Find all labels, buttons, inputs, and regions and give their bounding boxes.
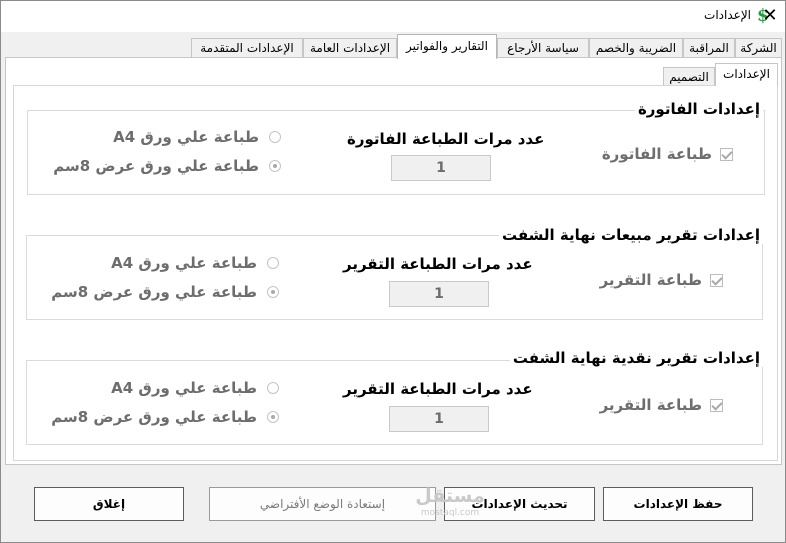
checkbox-box[interactable] xyxy=(710,273,723,287)
watermark-latin: mostaql.com xyxy=(420,508,480,518)
shift-sales-report-title: إعدادات تقرير مبيعات نهاية الشفت xyxy=(498,226,763,244)
radio-dot[interactable] xyxy=(267,411,279,423)
print-sales-report-label: طباعة التقرير xyxy=(599,271,702,289)
restore-defaults-button[interactable]: إستعادة الوضع الأفتراضي xyxy=(209,487,436,521)
settings-window: $ الإعدادات ✕ الشركة المراقبة الضريبة وا… xyxy=(0,0,786,543)
cash-report-a4-radio[interactable]: طباعة علي ورق A4 xyxy=(111,379,279,397)
sales-report-print-count-label: عدد مرات الطباعة التقرير xyxy=(343,255,533,273)
sales-report-8cm-radio[interactable]: طباعة علي ورق عرض 8سم xyxy=(51,283,279,301)
subtab-settings[interactable]: الإعدادات xyxy=(715,63,778,86)
checkbox-box[interactable] xyxy=(720,147,733,161)
invoice-8cm-label: طباعة علي ورق عرض 8سم xyxy=(53,157,259,175)
invoice-a4-radio[interactable]: طباعة علي ورق A4 xyxy=(113,128,281,146)
radio-dot[interactable] xyxy=(267,257,279,269)
tab-tax-discount[interactable]: الضريبة والخصم xyxy=(589,38,683,58)
cash-report-print-count-input[interactable]: 1 xyxy=(389,406,489,432)
cash-report-8cm-label: طباعة علي ورق عرض 8سم xyxy=(51,408,257,426)
cash-report-print-count-label: عدد مرات الطباعة التقرير xyxy=(343,380,533,398)
save-settings-button[interactable]: حفظ الإعدادات xyxy=(603,487,753,521)
print-cash-report-label: طباعة التقرير xyxy=(599,396,702,414)
invoice-settings-title: إعدادات الفاتورة xyxy=(634,100,763,118)
tab-general-settings[interactable]: الإعدادات العامة xyxy=(303,38,397,58)
tab-return-policy[interactable]: سياسة الأرجاع xyxy=(497,38,589,58)
sales-report-print-count-input[interactable]: 1 xyxy=(389,281,489,307)
tab-reports-invoices[interactable]: التقارير والفواتير xyxy=(397,34,497,59)
cash-report-a4-label: طباعة علي ورق A4 xyxy=(111,379,257,397)
title-bar: $ الإعدادات ✕ xyxy=(1,1,785,32)
sales-report-a4-label: طباعة علي ورق A4 xyxy=(111,254,257,272)
radio-dot[interactable] xyxy=(269,131,281,143)
sales-report-a4-radio[interactable]: طباعة علي ورق A4 xyxy=(111,254,279,272)
print-cash-report-checkbox[interactable]: طباعة التقرير xyxy=(600,396,723,414)
invoice-8cm-radio[interactable]: طباعة علي ورق عرض 8سم xyxy=(53,157,281,175)
mostaql-watermark: مستقل mostaql.com xyxy=(415,485,485,525)
sales-report-8cm-label: طباعة علي ورق عرض 8سم xyxy=(51,283,257,301)
print-sales-report-checkbox[interactable]: طباعة التقرير xyxy=(600,271,723,289)
close-button[interactable]: إغلاق xyxy=(34,487,184,521)
window-title: الإعدادات xyxy=(704,8,751,22)
tab-company[interactable]: الشركة xyxy=(735,38,782,58)
tab-advanced-settings[interactable]: الإعدادات المتقدمة xyxy=(191,38,303,58)
radio-dot[interactable] xyxy=(267,382,279,394)
invoice-a4-label: طباعة علي ورق A4 xyxy=(113,128,259,146)
invoice-print-count-input[interactable]: 1 xyxy=(391,155,491,181)
shift-cash-report-title: إعدادات تقرير نقدية نهاية الشفت xyxy=(509,349,763,367)
print-invoice-checkbox[interactable]: طباعة الفاتورة xyxy=(602,145,733,163)
tab-monitoring[interactable]: المراقبة xyxy=(683,38,735,58)
close-icon[interactable]: ✕ xyxy=(759,5,781,27)
invoice-print-count-label: عدد مرات الطباعة الفاتورة xyxy=(347,130,545,148)
print-invoice-label: طباعة الفاتورة xyxy=(601,145,712,163)
watermark-arabic: مستقل xyxy=(415,485,485,507)
checkbox-box[interactable] xyxy=(710,398,723,412)
cash-report-8cm-radio[interactable]: طباعة علي ورق عرض 8سم xyxy=(51,408,279,426)
radio-dot[interactable] xyxy=(269,160,281,172)
radio-dot[interactable] xyxy=(267,286,279,298)
subtab-design[interactable]: التصميم xyxy=(663,67,715,86)
